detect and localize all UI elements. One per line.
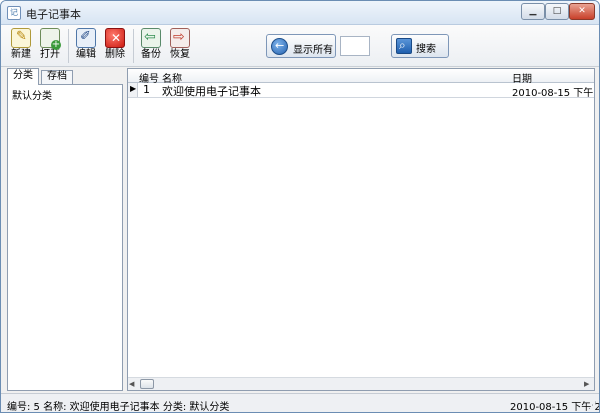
- current-row-icon: ▶: [130, 84, 137, 93]
- resize-grip-icon[interactable]: ⋰: [588, 401, 597, 411]
- open-button-label: 打开: [40, 49, 60, 60]
- table-row[interactable]: ▶ 1 欢迎使用电子记事本 2010-08-15 下午 2: [128, 83, 595, 99]
- row-id: 1: [143, 83, 150, 96]
- delete-button[interactable]: 删除: [100, 27, 130, 65]
- delete-icon: [105, 28, 125, 48]
- back-arrow-icon: [271, 38, 288, 55]
- status-info: 编号: 5 名称: 欢迎使用电子记事本 分类: 默认分类: [7, 402, 230, 413]
- notes-grid: 编号 名称 日期 ▶ 1 欢迎使用电子记事本 2010-08-15 下午 2 ◀…: [127, 68, 595, 391]
- app-icon: 记: [7, 6, 21, 20]
- category-panel: 分类 存档 默认分类: [7, 68, 124, 391]
- new-button[interactable]: 新建: [6, 27, 36, 65]
- restore-button-label: 恢复: [170, 49, 190, 60]
- category-item-default[interactable]: 默认分类: [12, 87, 52, 102]
- open-icon: [40, 28, 61, 50]
- app-window: 记 电子记事本 ▁ □ ✕ 新建 打开 编辑 删除 备份 恢复: [0, 0, 600, 413]
- close-button[interactable]: ✕: [569, 3, 595, 20]
- status-datetime: 2010-08-15 下午 2:15:0: [510, 402, 599, 413]
- show-all-label: 显示所有: [293, 45, 333, 56]
- title-bar[interactable]: 记 电子记事本 ▁ □ ✕: [1, 1, 599, 25]
- scroll-left-icon[interactable]: ◀: [129, 380, 138, 389]
- category-list: 默认分类: [7, 84, 123, 391]
- edit-icon: [76, 28, 96, 48]
- new-note-icon: [11, 28, 31, 48]
- status-bar: 编号: 5 名称: 欢迎使用电子记事本 分类: 默认分类 2010-08-15 …: [1, 393, 599, 412]
- row-name: 欢迎使用电子记事本: [162, 85, 261, 98]
- scroll-right-icon[interactable]: ▶: [584, 380, 593, 389]
- toolbar-separator: [133, 29, 134, 63]
- restore-icon: [170, 28, 190, 48]
- row-date: 2010-08-15 下午 2: [512, 88, 595, 99]
- tab-archive[interactable]: 存档: [41, 70, 73, 84]
- horizontal-scrollbar[interactable]: ◀ ▶: [128, 377, 594, 390]
- tab-category[interactable]: 分类: [7, 68, 39, 85]
- window-title: 电子记事本: [26, 8, 81, 21]
- grid-header: 编号 名称 日期: [128, 69, 594, 85]
- scroll-thumb[interactable]: [140, 379, 154, 389]
- restore-button[interactable]: 恢复: [165, 27, 195, 65]
- backup-button[interactable]: 备份: [136, 27, 166, 65]
- toolbar-separator: [68, 29, 69, 63]
- maximize-button[interactable]: □: [545, 3, 569, 20]
- open-button[interactable]: 打开: [35, 27, 65, 65]
- minimize-button[interactable]: ▁: [521, 3, 545, 20]
- show-all-button[interactable]: 显示所有: [266, 34, 336, 58]
- search-label: 搜索: [416, 44, 436, 55]
- delete-button-label: 删除: [105, 49, 125, 60]
- edit-button[interactable]: 编辑: [71, 27, 101, 65]
- search-icon: [396, 38, 412, 54]
- search-button[interactable]: 搜索: [391, 34, 449, 58]
- search-input[interactable]: [340, 36, 370, 56]
- new-button-label: 新建: [11, 49, 31, 60]
- edit-button-label: 编辑: [76, 49, 96, 60]
- backup-icon: [141, 28, 161, 48]
- backup-button-label: 备份: [141, 49, 161, 60]
